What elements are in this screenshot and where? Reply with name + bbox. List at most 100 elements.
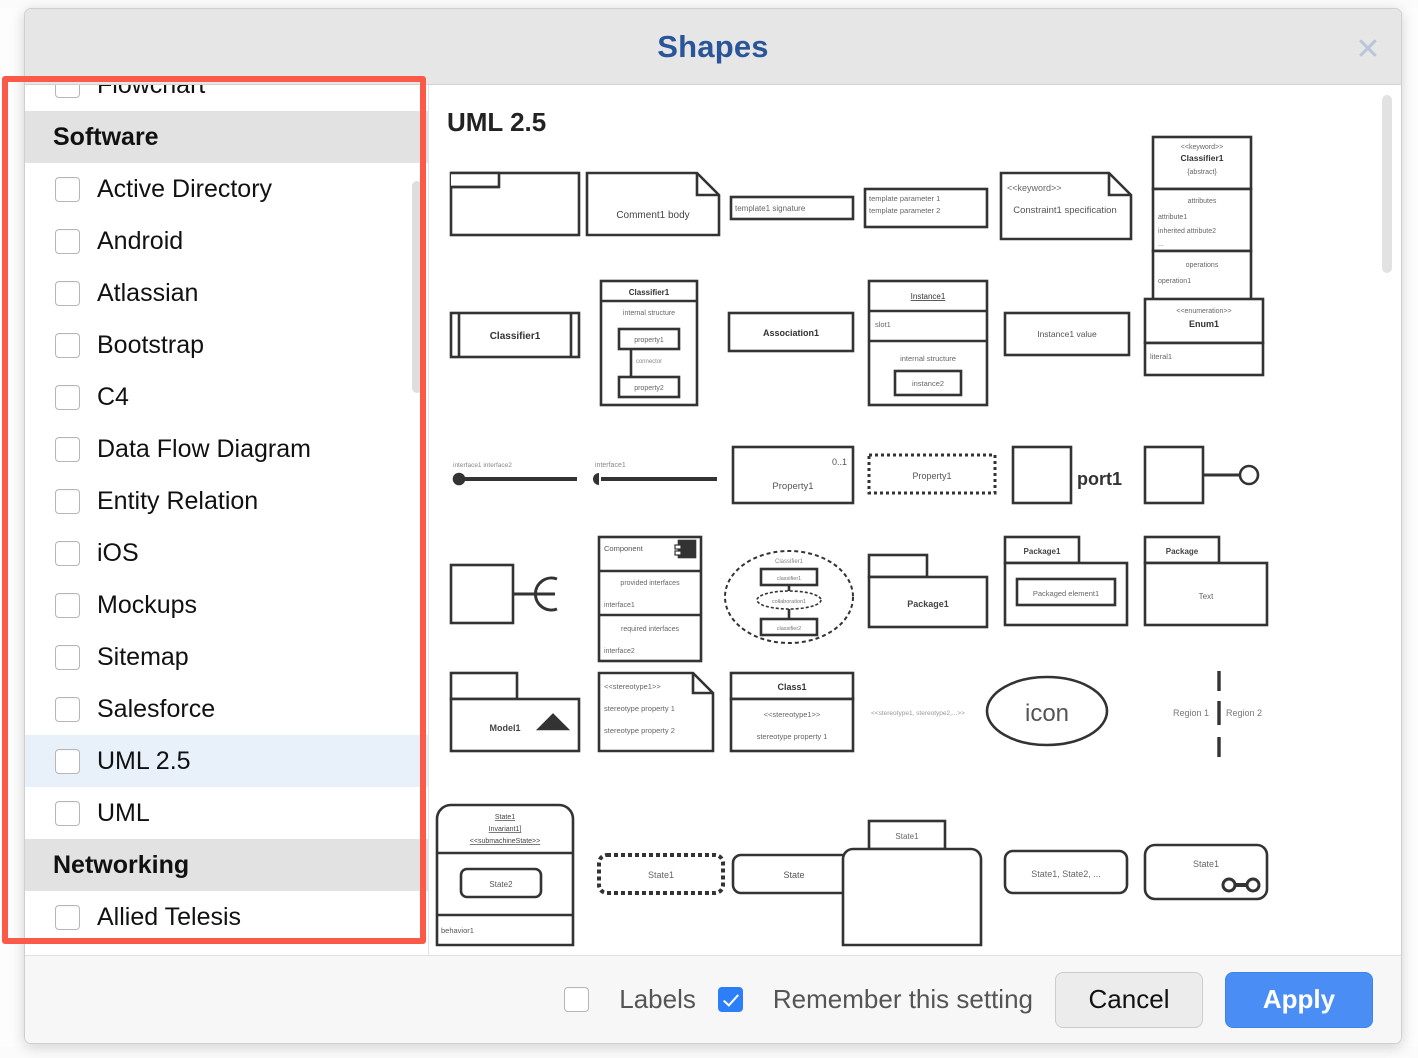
checkbox-icon[interactable]	[55, 697, 80, 722]
shape-state-list: State1, State2, ...	[1005, 851, 1127, 893]
sidebar-item-label: iOS	[97, 539, 139, 568]
remember-setting-checkbox[interactable]: Remember this setting	[718, 984, 1033, 1015]
labels-checkbox-label: Labels	[619, 984, 696, 1015]
sidebar-item-label: Data Flow Diagram	[97, 435, 311, 464]
remember-setting-checkbox-box[interactable]	[718, 987, 743, 1012]
stereotype-multi-label: <<stereotype1, stereotype2,...>>	[871, 710, 965, 717]
sidebar-item-atlassian[interactable]: Atlassian	[25, 267, 428, 319]
interface-left-label: interface1 interface2	[453, 462, 512, 469]
shape-constraint-note: <<keyword>> Constraint1 specification	[1001, 173, 1131, 239]
classifier-title-label: Classifier1	[629, 288, 670, 297]
state1-behavior-label: behavior1	[441, 926, 474, 935]
constraint-spec-label: Constraint1 specification	[1013, 205, 1117, 216]
shape-template-signature: template1 signature	[731, 197, 853, 219]
sidebar-item-label: UML 2.5	[97, 747, 191, 776]
property2-box-label: property2	[634, 385, 664, 392]
package1-folder-label: Package1	[907, 599, 949, 609]
class1-label: Class1	[777, 682, 806, 692]
checkbox-icon[interactable]	[55, 905, 80, 930]
state2-inner-label: State2	[489, 880, 513, 889]
sidebar-item-c4[interactable]: C4	[25, 371, 428, 423]
interface-label: interface1	[595, 462, 626, 469]
class-operation1-label: operation1	[1158, 278, 1191, 285]
state1-submachine-label: <<submachineState>>	[470, 838, 540, 845]
shape-preview-panel[interactable]: UML 2.5	[429, 85, 1401, 955]
stereotype-note-keyword-label: <<stereotype1>>	[604, 682, 661, 691]
checkbox-icon[interactable]	[55, 385, 80, 410]
shape-state-plain: State	[733, 855, 855, 893]
property1-box-label: property1	[634, 337, 664, 344]
sidebar-item-active-directory[interactable]: Active Directory	[25, 163, 428, 215]
cancel-button[interactable]: Cancel	[1055, 972, 1203, 1028]
sidebar-item-android[interactable]: Android	[25, 215, 428, 267]
sidebar-item-label: Flowchart	[97, 85, 205, 100]
sidebar-item-salesforce[interactable]: Salesforce	[25, 683, 428, 735]
package-tab-label: Package	[1166, 547, 1199, 556]
enum-keyword-label: <<enumeration>>	[1176, 308, 1231, 315]
shapes-dialog: Shapes ✕ FlowchartSoftwareActive Directo…	[24, 8, 1402, 1044]
interface1-label: interface1	[604, 602, 635, 609]
sidebar-item-flowchart[interactable]: Flowchart	[25, 85, 428, 111]
state-list-label: State1, State2, ...	[1031, 869, 1101, 879]
shape-provided-interface-lollipop	[1145, 447, 1258, 503]
sidebar-item-entity-relation[interactable]: Entity Relation	[25, 475, 428, 527]
class-keyword-label: <<keyword>>	[1181, 144, 1223, 151]
property1-label: Property1	[772, 481, 813, 492]
checkbox-icon[interactable]	[55, 85, 80, 98]
sidebar-item-label: Allied Telesis	[97, 903, 241, 932]
sidebar-item-mockups[interactable]: Mockups	[25, 579, 428, 631]
sidebar-item-label: Bootstrap	[97, 331, 204, 360]
checkbox-icon[interactable]	[55, 229, 80, 254]
sidebar-item-bootstrap[interactable]: Bootstrap	[25, 319, 428, 371]
property1-dashed-label: Property1	[912, 471, 951, 481]
checkbox-icon[interactable]	[55, 333, 80, 358]
shape-class-full: <<keyword>> Classifier1 {abstract} attri…	[1153, 137, 1251, 303]
provided-interfaces-label: provided interfaces	[620, 580, 680, 587]
close-icon[interactable]: ✕	[1353, 35, 1383, 65]
screen-root: Shapes ✕ FlowchartSoftwareActive Directo…	[0, 0, 1418, 1058]
checkbox-icon[interactable]	[55, 645, 80, 670]
category-sidebar[interactable]: FlowchartSoftwareActive DirectoryAndroid…	[25, 85, 429, 955]
sidebar-item-sitemap[interactable]: Sitemap	[25, 631, 428, 683]
shape-stereotype-note: <<stereotype1>> stereotype property 1 st…	[599, 673, 713, 751]
shape-canvas: Comment1 body template1 signature templa…	[429, 85, 1401, 955]
collab-role1-label: classifier1	[777, 576, 801, 582]
shape-composite-state: State1 Invariant1] <<submachineState>> S…	[437, 805, 573, 945]
shape-instance-specification: Instance1 slot1 internal structure insta…	[869, 281, 987, 405]
sidebar-scrollbar-thumb[interactable]	[412, 181, 422, 393]
dialog-title: Shapes	[25, 9, 1401, 85]
checkbox-icon[interactable]	[55, 177, 80, 202]
labels-checkbox-box[interactable]	[564, 987, 589, 1012]
remember-setting-label: Remember this setting	[773, 984, 1033, 1015]
checkbox-icon[interactable]	[55, 437, 80, 462]
comment-body-label: Comment1 body	[616, 210, 689, 221]
collaboration-name-label: Classifier1	[775, 559, 804, 565]
checkbox-icon[interactable]	[55, 749, 80, 774]
labels-checkbox[interactable]: Labels	[564, 984, 696, 1015]
checkbox-icon[interactable]	[55, 541, 80, 566]
constraint-keyword-label: <<keyword>>	[1007, 183, 1062, 193]
shape-state-dashed: State1	[599, 855, 723, 893]
checkbox-icon[interactable]	[55, 593, 80, 618]
collab-association-label: collaboration1	[772, 599, 806, 605]
category-list[interactable]: FlowchartSoftwareActive DirectoryAndroid…	[25, 85, 428, 955]
checkbox-icon[interactable]	[55, 801, 80, 826]
instance2-label: instance2	[912, 379, 944, 388]
class-ellipsis-label: ...	[1158, 241, 1164, 248]
shape-association: Association1	[729, 313, 853, 351]
classifier1-label: Classifier1	[490, 331, 541, 342]
shape-package-folder: Package1	[869, 555, 987, 627]
background-strip-bottom	[0, 1046, 1418, 1058]
sidebar-item-label: Android	[97, 227, 183, 256]
checkbox-icon[interactable]	[55, 489, 80, 514]
state1-name-label: State1	[495, 814, 515, 821]
sidebar-item-data-flow-diagram[interactable]: Data Flow Diagram	[25, 423, 428, 475]
sidebar-item-uml-2.5[interactable]: UML 2.5	[25, 735, 428, 787]
checkbox-icon[interactable]	[55, 281, 80, 306]
class-attribute1-label: attribute1	[1158, 214, 1187, 221]
apply-button[interactable]: Apply	[1225, 972, 1373, 1028]
sidebar-item-allied-telesis[interactable]: Allied Telesis	[25, 891, 428, 943]
sidebar-item-uml[interactable]: UML	[25, 787, 428, 839]
sidebar-item-label: Sitemap	[97, 643, 189, 672]
sidebar-item-ios[interactable]: iOS	[25, 527, 428, 579]
